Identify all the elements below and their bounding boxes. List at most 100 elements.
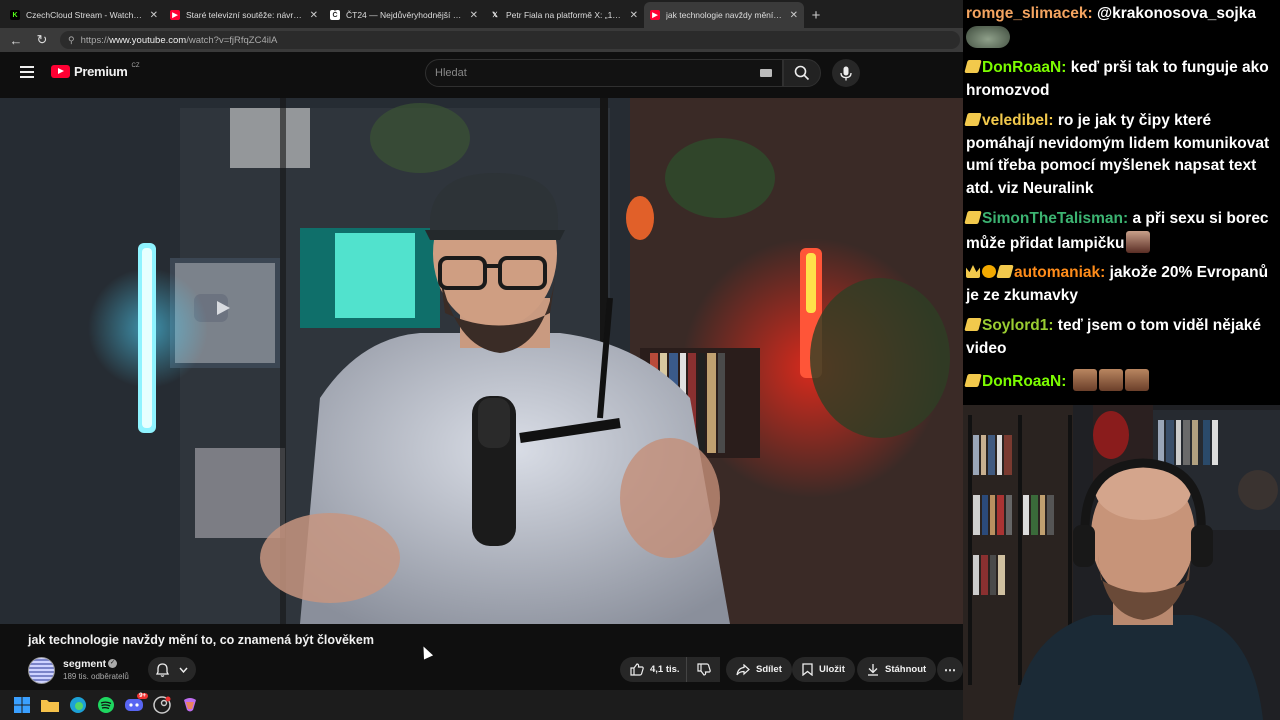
close-icon[interactable]: ✕ — [790, 10, 798, 21]
steam-icon[interactable] — [152, 695, 172, 715]
url-field[interactable]: ⚲ https://www.youtube.com/watch?v=fjRfqZ… — [60, 31, 960, 49]
logo-text: Premium — [74, 64, 128, 79]
download-label: Stáhnout — [885, 664, 927, 675]
search-button[interactable] — [783, 59, 821, 87]
site-info-icon[interactable]: ⚲ — [68, 35, 75, 46]
chat-message: DonRoaaN: — [964, 369, 1276, 394]
sub-badge-icon — [964, 113, 982, 126]
close-icon[interactable]: ✕ — [150, 10, 158, 21]
verified-icon: ✓ — [108, 659, 117, 668]
copilot-icon[interactable] — [180, 695, 200, 715]
new-tab-button[interactable]: + — [804, 2, 828, 28]
tab-title: jak technologie navždy mění to, co — [666, 10, 784, 20]
tab-czechcloud[interactable]: K CzechCloud Stream - Watch Live o ✕ — [4, 2, 164, 28]
bell-icon — [156, 662, 169, 677]
share-label: Sdílet — [756, 664, 782, 675]
channel-avatar[interactable] — [28, 657, 55, 684]
tab-title: Staré televizní soutěže: návrat do d — [186, 10, 304, 20]
channel-row: segment ✓ 189 tis. odběratelů 4,1 tis. S… — [28, 655, 963, 685]
browser-window: K CzechCloud Stream - Watch Live o ✕ ▶ S… — [0, 0, 963, 720]
close-icon[interactable]: ✕ — [310, 10, 318, 21]
crown-badge-icon — [966, 265, 980, 278]
discord-icon[interactable]: 9+ — [124, 693, 148, 715]
download-button[interactable]: Stáhnout — [857, 657, 937, 682]
chat-username: automaniak — [1014, 264, 1101, 281]
dislike-button[interactable] — [686, 657, 720, 682]
notification-bell-button[interactable] — [148, 657, 196, 682]
back-arrow-icon[interactable]: ← — [8, 33, 24, 48]
face-emote — [1098, 369, 1123, 391]
video-player[interactable] — [0, 98, 963, 624]
close-icon[interactable]: ✕ — [470, 10, 478, 21]
search-input[interactable]: Hledat — [425, 59, 783, 87]
webcam-frame — [963, 405, 1280, 720]
chat-message: DonRoaaN: keď prši tak to funguje ako hr… — [964, 59, 1269, 99]
tab-active-video[interactable]: ▶ jak technologie navždy mění to, co ✕ — [644, 2, 804, 28]
chat-username: SimonTheTalisman — [982, 210, 1123, 227]
stream-chat: romge_slimacek: @krakonosova_sojka DonRo… — [963, 0, 1280, 405]
youtube-icon: ▶ — [650, 10, 660, 20]
tab-title: ČT24 — Nejdůvěryhodnější zpravo — [346, 10, 464, 20]
youtube-icon: ▶ — [170, 10, 180, 20]
tab-ct24[interactable]: Č ČT24 — Nejdůvěryhodnější zpravo ✕ — [324, 2, 484, 28]
save-label: Uložit — [819, 664, 845, 675]
face-emote — [1124, 369, 1149, 391]
bookmark-icon — [802, 663, 813, 676]
chat-username: DonRoaaN — [982, 373, 1062, 390]
face-emote — [1126, 230, 1151, 253]
gold-badge-icon — [982, 265, 996, 278]
kick-icon: K — [10, 10, 20, 20]
chat-message: Soylord1: teď jsem o tom viděl nějaké vi… — [964, 317, 1262, 357]
tab-title: Petr Fiala na platformě X: „100 dní — [506, 10, 624, 20]
video-title: jak technologie navždy mění to, co zname… — [28, 633, 374, 647]
ct24-icon: Č — [330, 10, 340, 20]
share-icon — [736, 663, 750, 675]
youtube-premium-logo[interactable]: Premium CZ — [51, 62, 140, 79]
sub-badge-icon — [964, 374, 982, 387]
close-icon[interactable]: ✕ — [630, 10, 638, 21]
tab-bar: K CzechCloud Stream - Watch Live o ✕ ▶ S… — [0, 0, 963, 28]
sub-badge-icon — [964, 211, 982, 224]
search-icon — [794, 65, 810, 81]
youtube-header: Premium CZ Hledat — [0, 52, 963, 96]
windows-taskbar: 9+ — [0, 690, 963, 720]
chat-text: @krakonosova_sojka — [1096, 5, 1256, 22]
microphone-icon — [840, 66, 852, 80]
channel-name[interactable]: segment — [63, 658, 106, 670]
spotify-icon[interactable] — [96, 695, 116, 715]
keyboard-icon[interactable] — [760, 69, 772, 77]
share-button[interactable]: Sdílet — [726, 657, 792, 682]
windows-start-icon[interactable] — [12, 695, 32, 715]
chat-username: DonRoaaN — [982, 59, 1062, 76]
address-bar: ← ↻ ⚲ https://www.youtube.com/watch?v=fj… — [0, 28, 963, 52]
hamburger-menu-icon[interactable] — [20, 66, 34, 78]
thumbs-up-icon — [630, 663, 644, 676]
sub-badge-icon — [964, 60, 982, 73]
thumbs-down-icon — [696, 663, 711, 676]
sub-badge-icon — [964, 318, 982, 331]
chat-message: veledibel: ro je jak ty čipy které pomáh… — [964, 112, 1270, 197]
reload-icon[interactable]: ↻ — [34, 32, 50, 48]
download-icon — [868, 664, 878, 676]
youtube-play-icon — [51, 65, 70, 78]
region-code: CZ — [131, 62, 140, 69]
sub-badge-icon — [996, 265, 1014, 278]
subscriber-count: 189 tis. odběratelů — [63, 672, 129, 681]
chat-username: Soylord1 — [982, 317, 1049, 334]
voice-search-button[interactable] — [832, 59, 860, 87]
x-icon: 𝕏 — [492, 12, 498, 19]
tab-stare-souteze[interactable]: ▶ Staré televizní soutěže: návrat do d ✕ — [164, 2, 324, 28]
discord-badge: 9+ — [137, 693, 148, 699]
file-explorer-icon[interactable] — [40, 695, 60, 715]
url-text: https://www.youtube.com/watch?v=fjRfqZC4… — [80, 34, 278, 46]
chat-username: veledibel — [982, 112, 1049, 129]
face-emote — [1072, 369, 1097, 391]
like-count: 4,1 tis. — [650, 664, 680, 675]
streamer-webcam — [963, 405, 1280, 720]
tab-fiala-x[interactable]: 𝕏 Petr Fiala na platformě X: „100 dní ✕ — [484, 2, 644, 28]
more-actions-button[interactable]: ⋯ — [937, 657, 963, 682]
save-button[interactable]: Uložit — [792, 657, 855, 682]
tab-title: CzechCloud Stream - Watch Live o — [26, 10, 144, 20]
edge-icon[interactable] — [68, 695, 88, 715]
chat-message: automaniak: jakože 20% Evropanů je ze zk… — [966, 264, 1269, 304]
